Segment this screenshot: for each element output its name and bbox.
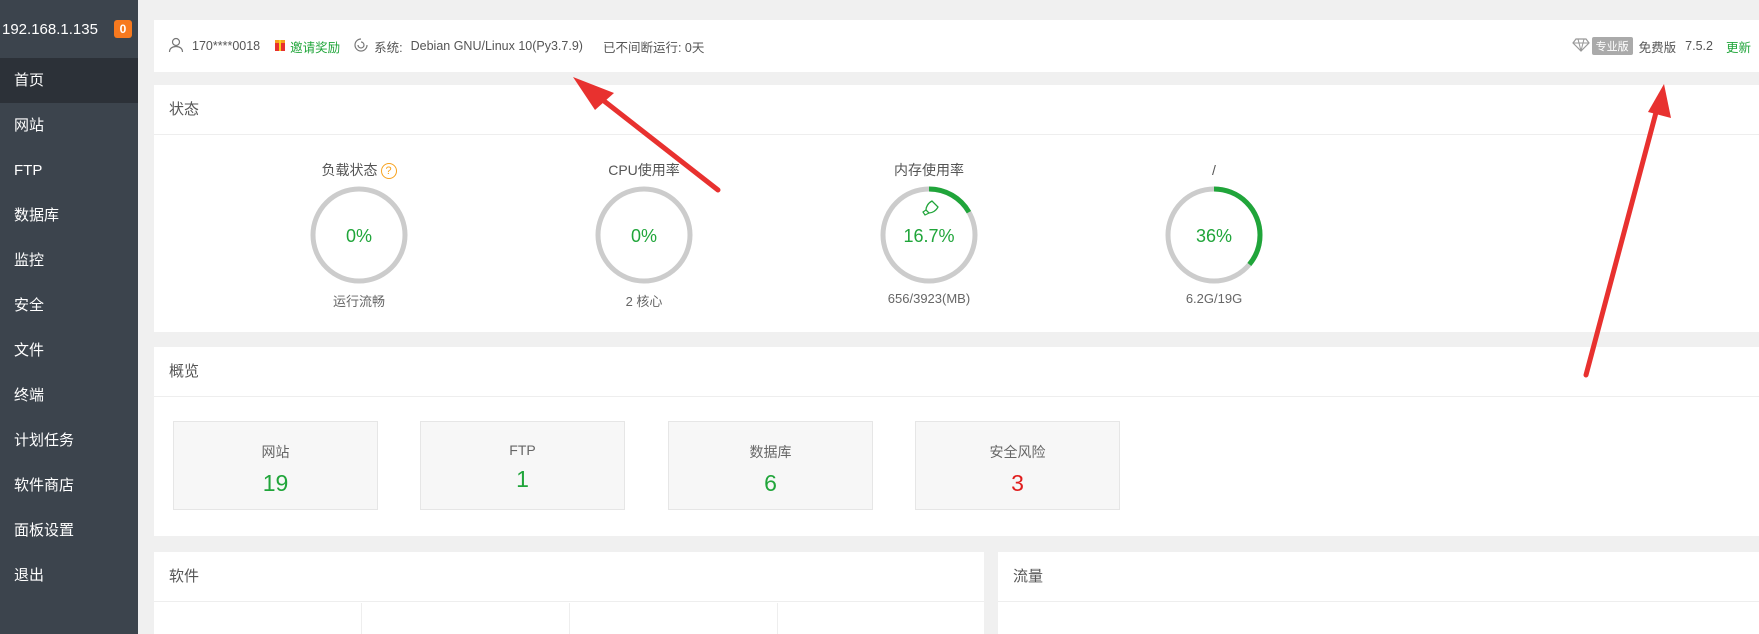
gauge-cpu[interactable]: CPU使用率 0% 2 核心 — [564, 160, 724, 310]
invite-label: 邀请奖励 — [290, 40, 341, 55]
overview-card-ftp[interactable]: FTP 1 — [420, 421, 625, 510]
gauge-cpu-label: CPU使用率 — [608, 162, 680, 178]
sidebar-item-home[interactable]: 首页 — [0, 58, 138, 103]
software-grid-divider — [570, 603, 778, 634]
notification-badge[interactable]: 0 — [114, 20, 132, 38]
update-link[interactable]: 更新 — [1726, 37, 1751, 56]
gauge-memory-sub: 656/3923(MB) — [887, 291, 971, 306]
gauge-cpu-value: 0% — [631, 226, 657, 246]
traffic-title: 流量 — [998, 552, 1759, 602]
gauge-load-sub: 运行流畅 — [332, 294, 385, 309]
overview-title: 概览 — [154, 347, 1759, 397]
software-title: 软件 — [154, 552, 984, 602]
traffic-panel: 流量 — [998, 552, 1759, 634]
gauge-cpu-sub: 2 核心 — [625, 294, 663, 309]
overview-card-security-risk[interactable]: 安全风险 3 — [915, 421, 1120, 510]
user-account[interactable]: 170****0018 — [192, 39, 260, 53]
gift-icon — [274, 38, 286, 55]
status-title: 状态 — [154, 85, 1759, 135]
edition-label: 免费版 — [1638, 40, 1677, 55]
gauge-disk-sub: 6.2G/19G — [1185, 291, 1243, 306]
gauge-cpu-ring: 0% — [595, 186, 693, 284]
system-label: 系统: — [374, 40, 403, 55]
gauge-row: 负载状态? 0% 运行流畅 CPU使用率 0% 2 核心 内存使用率 16.7%… — [154, 160, 1759, 320]
rocket-icon — [922, 200, 939, 216]
invite-link[interactable]: 邀请奖励 — [274, 37, 340, 56]
sidebar-item-database[interactable]: 数据库 — [0, 193, 138, 238]
gauge-disk[interactable]: / 36% 6.2G/19G — [1134, 160, 1294, 306]
gauge-memory-ring: 16.7% — [880, 186, 978, 284]
overview-card-value: 6 — [764, 470, 777, 496]
sidebar-item-files[interactable]: 文件 — [0, 328, 138, 373]
version-number: 7.5.2 — [1685, 39, 1713, 53]
sidebar-item-store[interactable]: 软件商店 — [0, 463, 138, 508]
sidebar-item-monitor[interactable]: 监控 — [0, 238, 138, 283]
server-header: 192.168.1.135 0 — [0, 0, 138, 58]
gauge-load-label: 负载状态 — [321, 162, 378, 178]
sidebar-item-website[interactable]: 网站 — [0, 103, 138, 148]
version-info: 专业版 免费版 7.5.2 更新 — [1571, 20, 1759, 72]
status-panel: 状态 负载状态? 0% 运行流畅 CPU使用率 0% 2 核心 内存使用率 16… — [154, 85, 1759, 332]
overview-card-label: FTP — [509, 442, 536, 458]
diamond-icon — [1571, 37, 1590, 55]
gauge-memory-value: 16.7% — [903, 226, 954, 246]
sidebar: 192.168.1.135 0 首页 网站 FTP 数据库 监控 安全 文件 终… — [0, 0, 138, 634]
gauge-disk-label: / — [1212, 162, 1216, 178]
sidebar-item-logout[interactable]: 退出 — [0, 553, 138, 598]
debian-icon — [354, 37, 368, 55]
pro-badge[interactable]: 专业版 — [1591, 37, 1633, 55]
system-value: Debian GNU/Linux 10(Py3.7.9) — [410, 39, 583, 53]
sidebar-item-ftp[interactable]: FTP — [0, 148, 138, 193]
gauge-disk-value: 36% — [1196, 226, 1232, 246]
sidebar-item-settings[interactable]: 面板设置 — [0, 508, 138, 553]
sidebar-item-terminal[interactable]: 终端 — [0, 373, 138, 418]
overview-card-label: 数据库 — [749, 444, 792, 460]
top-bar: 170****0018 邀请奖励 系统: Debian GNU/Linux 10… — [154, 20, 1759, 72]
gauge-load-value: 0% — [346, 226, 372, 246]
software-grid-divider — [154, 603, 362, 634]
overview-card-value: 1 — [516, 466, 529, 492]
sidebar-item-security[interactable]: 安全 — [0, 283, 138, 328]
gauge-disk-ring: 36% — [1165, 186, 1263, 284]
overview-card-value: 3 — [1011, 470, 1024, 496]
gauge-load-ring: 0% — [310, 186, 408, 284]
overview-card-label: 网站 — [261, 444, 290, 460]
user-icon — [168, 37, 184, 56]
overview-card-value: 19 — [262, 470, 289, 496]
gauge-memory-label: 内存使用率 — [894, 162, 964, 178]
gauge-memory[interactable]: 内存使用率 16.7% 656/3923(MB) — [849, 160, 1009, 306]
gauge-load[interactable]: 负载状态? 0% 运行流畅 — [279, 160, 439, 310]
overview-card-website[interactable]: 网站 19 — [173, 421, 378, 510]
uptime: 已不间断运行: 0天 — [602, 40, 705, 55]
software-grid-divider — [362, 603, 570, 634]
sidebar-item-cron[interactable]: 计划任务 — [0, 418, 138, 463]
help-icon[interactable]: ? — [380, 163, 397, 180]
server-ip: 192.168.1.135 — [2, 20, 98, 38]
overview-card-label: 安全风险 — [989, 444, 1046, 460]
system-info: 系统: Debian GNU/Linux 10(Py3.7.9) — [354, 37, 583, 56]
overview-card-database[interactable]: 数据库 6 — [668, 421, 873, 510]
